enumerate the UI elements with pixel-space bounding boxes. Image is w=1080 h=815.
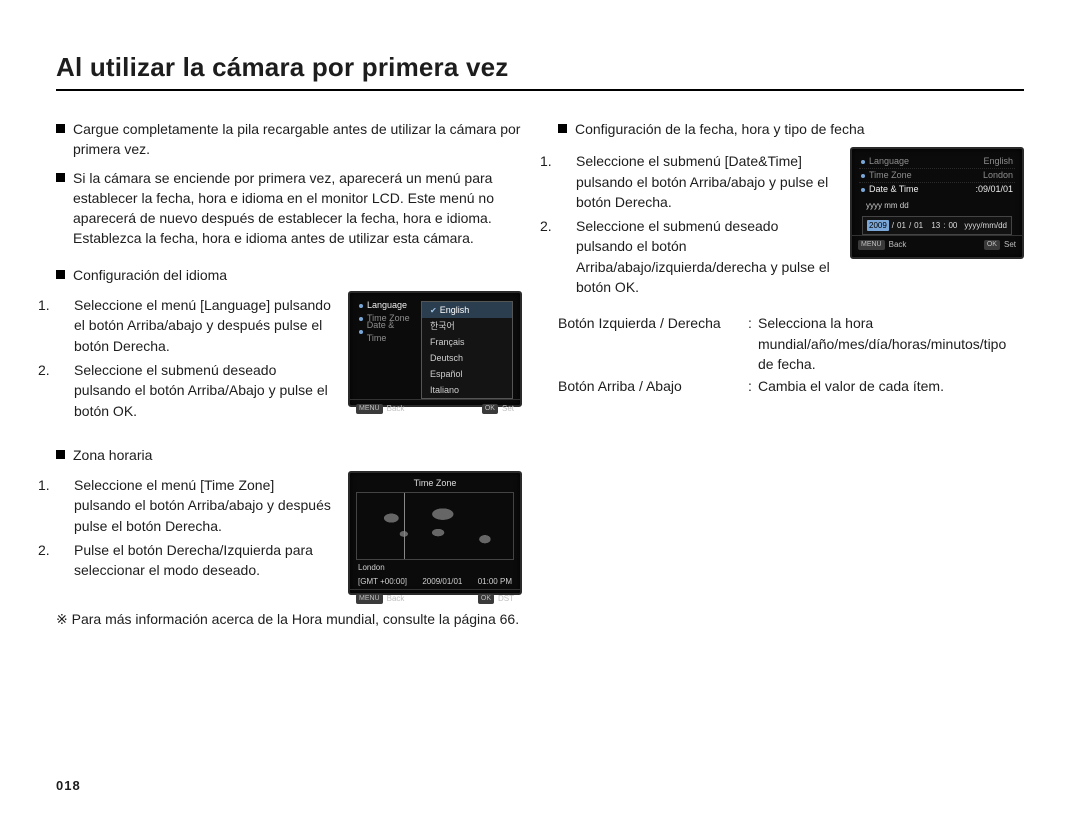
lcd-datetime: Language English Time Zone London Date & T… (850, 147, 1024, 259)
lcd-dt-row-datetime: Date & Time (869, 183, 919, 196)
lcd-row-datetime: Date & Time (367, 319, 413, 345)
lcd-tz-title: Time Zone (350, 473, 520, 490)
date-step-2: Seleccione el submenú deseado pulsando e… (576, 218, 830, 295)
lcd-dt-foot-set: Set (1004, 239, 1016, 251)
page-number: 018 (56, 778, 81, 793)
ok-key-icon: OK (478, 594, 494, 604)
kv-up-down: Botón Arriba / Abajo: Cambia el valor de… (558, 376, 1024, 396)
lcd-dt-val-timezone: London (983, 169, 1013, 182)
lang-step-2: Seleccione el submenú deseado pulsando e… (74, 362, 328, 419)
lcd-foot-set: Set (502, 403, 514, 415)
note-worldtime: ※ Para más información acerca de la Hora… (56, 609, 522, 629)
lang-opt-english: English (422, 302, 512, 318)
lcd-dt-foot-back: Back (889, 239, 907, 251)
lang-step-1: Seleccione el menú [Language] pulsando e… (74, 297, 331, 354)
world-map-icon (356, 492, 514, 560)
lang-opt-francais: Français (422, 334, 512, 350)
lcd-row-language: Language (367, 299, 407, 312)
lcd-dt-format: yyyy mm dd (866, 200, 1015, 212)
bullet-icon (56, 173, 65, 182)
lcd-dt-row-language: Language (869, 155, 909, 168)
menu-key-icon: MENU (356, 404, 383, 414)
page-title: Al utilizar la cámara por primera vez (56, 52, 1024, 91)
left-column: Cargue completamente la pila recargable … (56, 113, 522, 629)
lcd-language: Language Time Zone Date & Time English 한… (348, 291, 522, 407)
menu-key-icon: MENU (858, 240, 885, 250)
bullet-icon (56, 270, 65, 279)
lcd-tz-foot-dst: DST (498, 593, 514, 605)
bullet-icon (56, 124, 65, 133)
lcd-dt-row-timezone: Time Zone (869, 169, 912, 182)
lang-heading: Configuración del idioma (73, 265, 227, 285)
bullet-icon (558, 124, 567, 133)
right-column: Configuración de la fecha, hora y tipo d… (558, 113, 1024, 629)
lcd-dt-val-datetime: :09/01/01 (975, 183, 1013, 196)
lang-steps: 1.Seleccione el menú [Language] pulsando… (56, 295, 332, 421)
lang-opt-italiano: Italiano (422, 382, 512, 398)
lcd-foot-back: Back (387, 403, 405, 415)
tz-step-1: Seleccione el menú [Time Zone] pulsando … (74, 477, 331, 534)
tz-steps: 1.Seleccione el menú [Time Zone] pulsand… (56, 475, 332, 580)
lang-opt-korean: 한국어 (422, 318, 512, 334)
lcd-tz-time: 01:00 PM (478, 576, 512, 588)
lcd-timezone: Time Zone London [GMT +00:00] 2009/01/01… (348, 471, 522, 595)
date-step-1: Seleccione el submenú [Date&Time] pulsan… (576, 153, 828, 210)
bullet-icon (56, 450, 65, 459)
tz-step-2: Pulse el botón Derecha/Izquierda para se… (74, 542, 313, 578)
lcd-tz-city: London (358, 562, 385, 574)
tz-heading: Zona horaria (73, 445, 152, 465)
menu-key-icon: MENU (356, 594, 383, 604)
date-heading: Configuración de la fecha, hora y tipo d… (575, 119, 865, 139)
intro-text-2: Si la cámara se enciende por primera vez… (73, 168, 522, 249)
ok-key-icon: OK (482, 404, 498, 414)
lcd-dt-val-language: English (983, 155, 1013, 168)
intro-text-1: Cargue completamente la pila recargable … (73, 119, 522, 160)
lang-opt-espanol: Español (422, 366, 512, 382)
lang-opt-deutsch: Deutsch (422, 350, 512, 366)
lcd-tz-foot-back: Back (387, 593, 405, 605)
kv-left-right: Botón Izquierda / Derecha: Selecciona la… (558, 313, 1024, 374)
lcd-dt-editrow: 2009 / 01 / 01 13:00 yyyy/mm/dd (862, 216, 1012, 236)
lcd-tz-date: 2009/01/01 (422, 576, 462, 588)
date-steps: 1.Seleccione el submenú [Date&Time] puls… (558, 151, 834, 297)
ok-key-icon: OK (984, 240, 1000, 250)
lcd-tz-gmt: [GMT +00:00] (358, 576, 407, 588)
